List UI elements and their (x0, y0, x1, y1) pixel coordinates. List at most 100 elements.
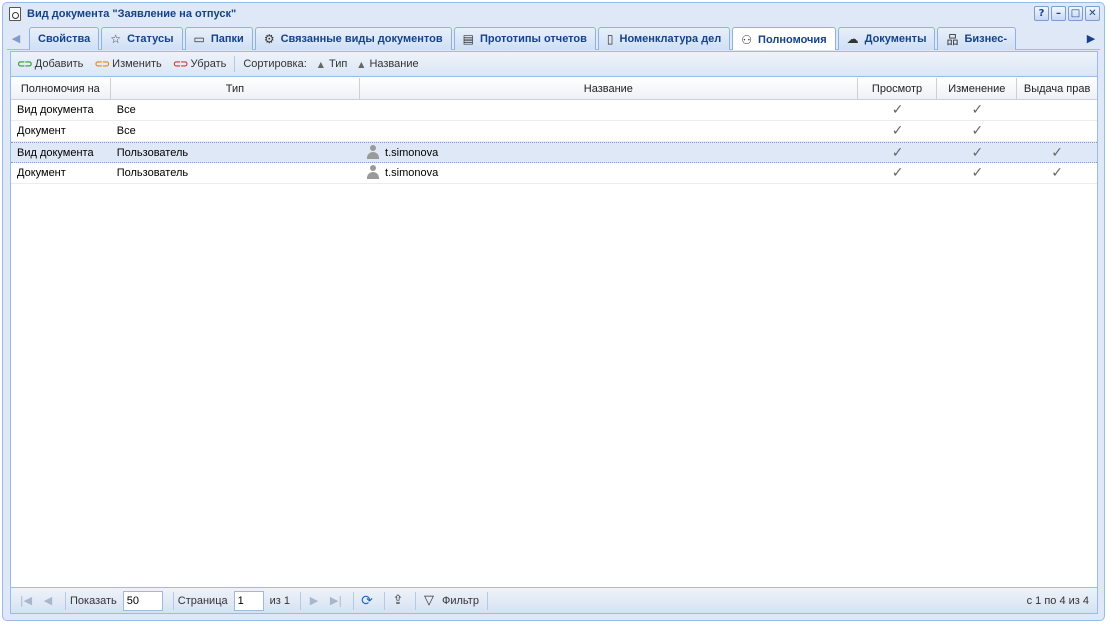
add-button[interactable]: ⊂⊃ Добавить (17, 58, 83, 70)
column-header-target[interactable]: Полномочия на (11, 78, 111, 100)
remove-link-icon: ⊂⊃ (172, 58, 189, 70)
table-row[interactable]: Вид документа Все ✓ ✓ (11, 100, 1097, 121)
tab-scroll-right-icon[interactable]: ▶ (1084, 31, 1098, 47)
grant-check-icon (1017, 100, 1097, 120)
tab-permissions[interactable]: ⚇ Полномочия (732, 27, 836, 50)
name-cell (360, 121, 858, 141)
tab-business-processes[interactable]: 品 Бизнес- (937, 27, 1017, 50)
table-row[interactable]: Документ Пользователь t.simonova ✓ ✓ ✓ (11, 163, 1097, 184)
name-cell: t.simonova (360, 143, 858, 162)
toolbar-separator (234, 56, 236, 72)
page-count-label: из 1 (269, 594, 290, 607)
refresh-icon[interactable]: ⟳ (358, 593, 376, 609)
last-page-icon[interactable]: ▶| (327, 594, 345, 607)
view-check-icon: ✓ (891, 123, 904, 139)
target-cell: Документ (17, 125, 66, 137)
document-type-window: Вид документа "Заявление на отпуск" ? – … (2, 2, 1105, 621)
sort-asc-icon: ▲ (358, 59, 365, 69)
sort-name-label: Название (369, 58, 419, 70)
add-link-icon: ⊂⊃ (17, 58, 33, 70)
tab-scroll-left-icon[interactable]: ◀ (9, 31, 23, 47)
remove-label: Убрать (190, 58, 227, 70)
edit-button[interactable]: ⊂⊃ Изменить (94, 58, 161, 70)
column-header-grant[interactable]: Выдача прав (1017, 78, 1097, 100)
column-header-view[interactable]: Просмотр (858, 78, 938, 100)
type-cell: Все (116, 104, 136, 116)
tab-related-document-types[interactable]: ⚙ Связанные виды документов (254, 27, 452, 50)
edit-label: Изменить (112, 58, 162, 70)
grant-check-icon: ✓ (1051, 165, 1063, 181)
pager-separator (415, 591, 416, 610)
document-type-icon (9, 7, 21, 21)
close-button[interactable]: ✕ (1085, 6, 1100, 21)
tab-label: Полномочия (758, 33, 827, 46)
grid-body: Вид документа Все ✓ ✓ Документ Все ✓ ✓ В… (11, 100, 1097, 184)
target-cell: Вид документа (17, 147, 94, 159)
first-page-icon[interactable]: |◀ (17, 594, 35, 607)
tab-documents[interactable]: ☁ Документы (837, 27, 936, 50)
binder-icon: ▯ (606, 32, 614, 46)
export-icon[interactable]: ⇪ (389, 593, 407, 608)
window-title: Вид документа "Заявление на отпуск" (27, 8, 237, 20)
maximize-button[interactable]: □ (1068, 6, 1083, 21)
type-cell: Все (116, 125, 136, 137)
column-header-type[interactable]: Тип (111, 78, 361, 100)
tab-label: Бизнес- (964, 33, 1008, 45)
column-header-edit[interactable]: Изменение (937, 78, 1018, 100)
view-check-icon: ✓ (891, 165, 904, 181)
table-row[interactable]: Документ Все ✓ ✓ (11, 121, 1097, 142)
permissions-toolbar: ⊂⊃ Добавить ⊂⊃ Изменить ⊂⊃ Убрать Сортир… (11, 52, 1097, 77)
tab-label: Папки (210, 33, 244, 45)
tab-strip: ◀ Свойства ☆ Статусы ▭ Папки ⚙ Связанные ви… (7, 26, 1100, 50)
filter-icon[interactable]: ▽ (420, 593, 438, 608)
edit-check-icon: ✓ (971, 123, 984, 139)
paging-toolbar: |◀ ◀ Показать Страница из 1 ▶ ▶| ⟳ ⇪ ▽ Ф… (11, 587, 1097, 613)
user-name: t.simonova (385, 147, 439, 159)
paging-status: с 1 по 4 из 4 (1026, 595, 1089, 607)
hierarchy-icon: 品 (946, 32, 959, 47)
tab-report-prototypes[interactable]: ▤ Прототипы отчетов (453, 27, 596, 50)
grant-check-icon (1017, 121, 1097, 141)
page-size-input[interactable] (122, 590, 163, 611)
report-icon: ▤ (462, 32, 474, 46)
tab-case-nomenclature[interactable]: ▯ Номенклатура дел (597, 27, 731, 50)
help-button[interactable]: ? (1034, 6, 1049, 21)
edit-check-icon: ✓ (971, 102, 984, 118)
prev-page-icon[interactable]: ◀ (39, 594, 57, 607)
page-number-input[interactable] (233, 590, 264, 611)
target-cell: Вид документа (17, 104, 94, 116)
tab-folders[interactable]: ▭ Папки (184, 27, 253, 50)
sort-by-type-button[interactable]: ▲ Тип (318, 58, 348, 70)
filter-button[interactable]: Фильтр (442, 595, 479, 607)
table-row-selected[interactable]: Вид документа Пользователь t.simonova ✓ … (11, 142, 1097, 163)
pager-separator (384, 591, 385, 610)
folder-icon: ▭ (193, 32, 205, 46)
user-icon (366, 145, 380, 159)
user-icon (366, 165, 380, 179)
tab-properties[interactable]: Свойства (29, 27, 100, 50)
type-cell: Пользователь (116, 167, 189, 179)
tab-label: Прототипы отчетов (479, 33, 587, 45)
minimize-button[interactable]: – (1051, 6, 1066, 21)
target-cell: Документ (17, 167, 66, 179)
documents-icon: ☁ (846, 32, 859, 46)
pager-separator (172, 591, 174, 610)
page-label: Страница (177, 594, 228, 607)
user-name: t.simonova (385, 167, 439, 179)
tab-label: Свойства (38, 33, 91, 45)
page-size-label: Показать (70, 594, 117, 607)
next-page-icon[interactable]: ▶ (305, 594, 323, 607)
remove-button[interactable]: ⊂⊃ Убрать (173, 58, 227, 70)
pager-separator (486, 591, 488, 610)
view-check-icon: ✓ (891, 145, 904, 161)
tab-label: Документы (864, 33, 927, 45)
sort-by-name-button[interactable]: ▲ Название (358, 58, 418, 70)
tab-statuses[interactable]: ☆ Статусы (101, 27, 183, 50)
edit-link-icon: ⊂⊃ (94, 58, 110, 70)
pager-separator (300, 591, 301, 610)
edit-check-icon: ✓ (971, 165, 984, 181)
tab-label: Номенклатура дел (619, 33, 722, 45)
column-header-name[interactable]: Название (360, 78, 858, 100)
window-titlebar[interactable]: Вид документа "Заявление на отпуск" ? – … (3, 3, 1104, 25)
add-label: Добавить (34, 58, 84, 70)
